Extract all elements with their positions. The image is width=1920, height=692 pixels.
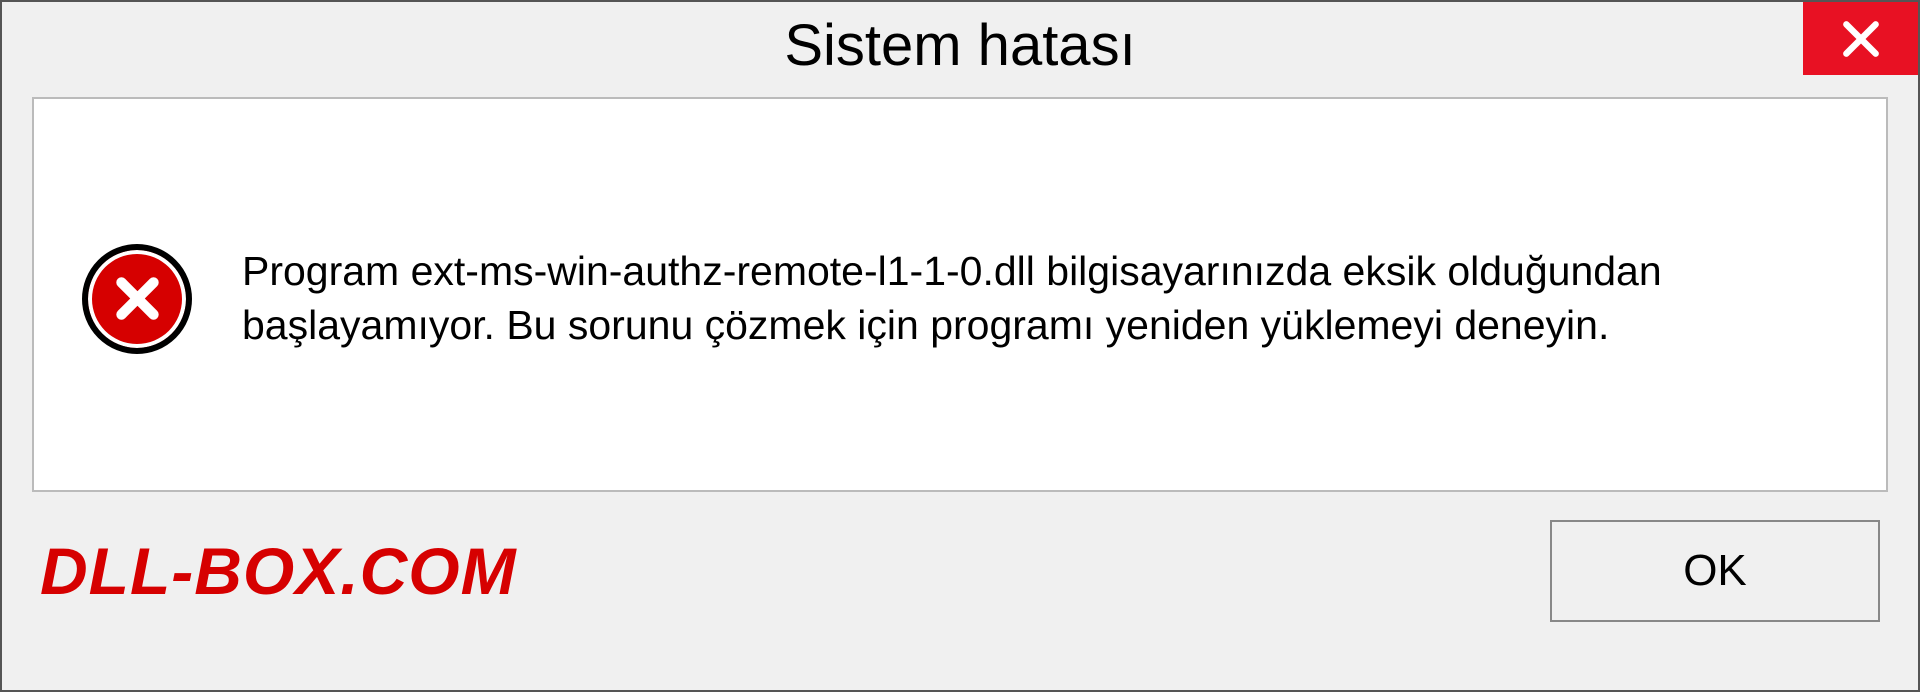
close-icon — [1839, 17, 1883, 61]
dialog-title: Sistem hatası — [784, 12, 1135, 79]
titlebar: Sistem hatası — [2, 2, 1918, 97]
error-icon — [82, 244, 192, 354]
dialog-message: Program ext-ms-win-authz-remote-l1-1-0.d… — [242, 245, 1838, 352]
watermark-text: DLL-BOX.COM — [40, 533, 517, 609]
ok-button[interactable]: OK — [1550, 520, 1880, 622]
dialog-footer: DLL-BOX.COM OK — [2, 492, 1918, 622]
dialog-content: Program ext-ms-win-authz-remote-l1-1-0.d… — [32, 97, 1888, 492]
close-button[interactable] — [1803, 2, 1918, 75]
